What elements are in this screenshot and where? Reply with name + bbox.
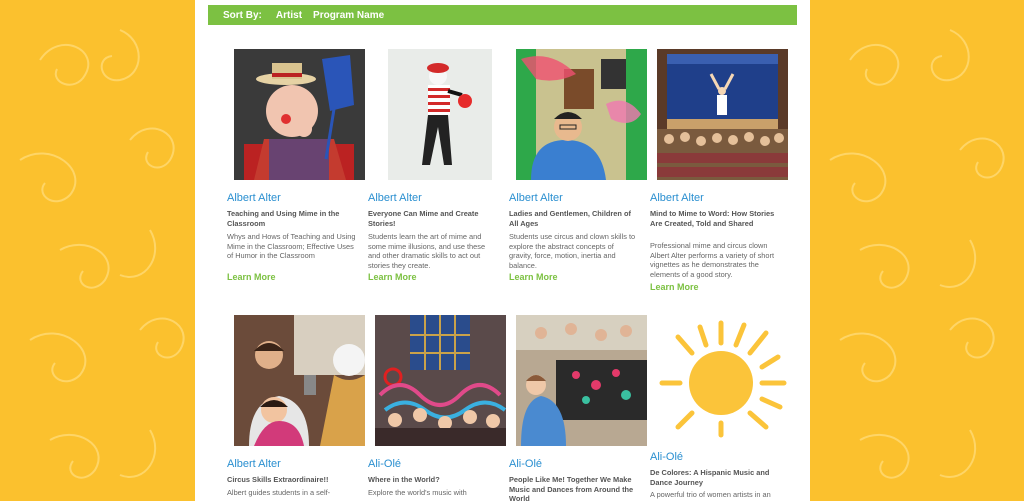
program-title[interactable]: Mind to Mime to Word: How Stories Are Cr… (650, 209, 780, 228)
program-card: Ali-Olé People Like Me! Together We Make… (509, 315, 647, 501)
auditorium-performance-photo[interactable] (657, 49, 788, 180)
sort-option-artist[interactable]: Artist (276, 10, 302, 21)
program-description: Whys and Hows of Teaching and Using Mime… (227, 232, 356, 260)
crafts-table-photo[interactable] (516, 315, 647, 446)
student-scarves-photo[interactable] (516, 49, 647, 180)
artist-link[interactable]: Albert Alter (650, 192, 704, 204)
program-card: Albert Alter Ladies and Gentlemen, Child… (509, 49, 647, 282)
artist-link[interactable]: Ali-Olé (509, 458, 542, 470)
program-card: Albert Alter Teaching and Using Mime in … (227, 49, 365, 282)
learn-more-link[interactable]: Learn More (650, 282, 699, 292)
program-description: Professional mime and circus clown Alber… (650, 241, 775, 279)
program-card: Albert Alter Mind to Mime to Word: How S… (650, 49, 788, 292)
sun-drawing[interactable] (650, 315, 788, 438)
clown-flyswatter-photo[interactable] (234, 49, 365, 180)
program-title[interactable]: Teaching and Using Mime in the Classroom (227, 209, 357, 228)
program-description: Albert guides students in a self- (227, 488, 331, 497)
program-description: Students learn the art of mime and some … (368, 232, 486, 270)
program-card: Ali-Olé Where in the World? Explore the … (368, 315, 506, 497)
artist-link[interactable]: Ali-Olé (368, 458, 401, 470)
program-listing-page: Sort By: Artist Program Name Albert Alte… (195, 0, 810, 501)
program-card: Ali-Olé De Colores: A Hispanic Music and… (650, 315, 788, 499)
artist-link[interactable]: Ali-Olé (650, 451, 683, 463)
program-description: A powerful trio of women artists in an (650, 490, 771, 499)
artist-link[interactable]: Albert Alter (227, 192, 281, 204)
learn-more-link[interactable]: Learn More (509, 272, 558, 282)
program-title[interactable]: Everyone Can Mime and Create Stories! (368, 209, 498, 228)
learn-more-link[interactable]: Learn More (227, 272, 276, 282)
learn-more-link[interactable]: Learn More (368, 272, 417, 282)
program-title[interactable]: Circus Skills Extraordinaire!! (227, 475, 357, 485)
sort-bar: Sort By: Artist Program Name (208, 5, 797, 25)
program-title[interactable]: Where in the World? (368, 475, 498, 485)
ribbons-celebration-photo[interactable] (375, 315, 506, 446)
program-card: Albert Alter Everyone Can Mime and Creat… (368, 49, 504, 282)
clown-children-photo[interactable] (234, 315, 365, 446)
sort-option-program-name[interactable]: Program Name (313, 10, 384, 21)
program-description: Explore the world's music with (368, 488, 467, 497)
artist-link[interactable]: Albert Alter (227, 458, 281, 470)
program-title[interactable]: De Colores: A Hispanic Music and Dance J… (650, 468, 780, 487)
program-description: Students use circus and clown skills to … (509, 232, 636, 270)
program-title[interactable]: Ladies and Gentlemen, Children of All Ag… (509, 209, 639, 228)
mime-balloon-photo[interactable] (388, 49, 492, 180)
sort-label: Sort By: (223, 9, 262, 21)
program-card: Albert Alter Circus Skills Extraordinair… (227, 315, 365, 497)
artist-link[interactable]: Albert Alter (509, 192, 563, 204)
program-title[interactable]: People Like Me! Together We Make Music a… (509, 475, 639, 501)
artist-link[interactable]: Albert Alter (368, 192, 422, 204)
